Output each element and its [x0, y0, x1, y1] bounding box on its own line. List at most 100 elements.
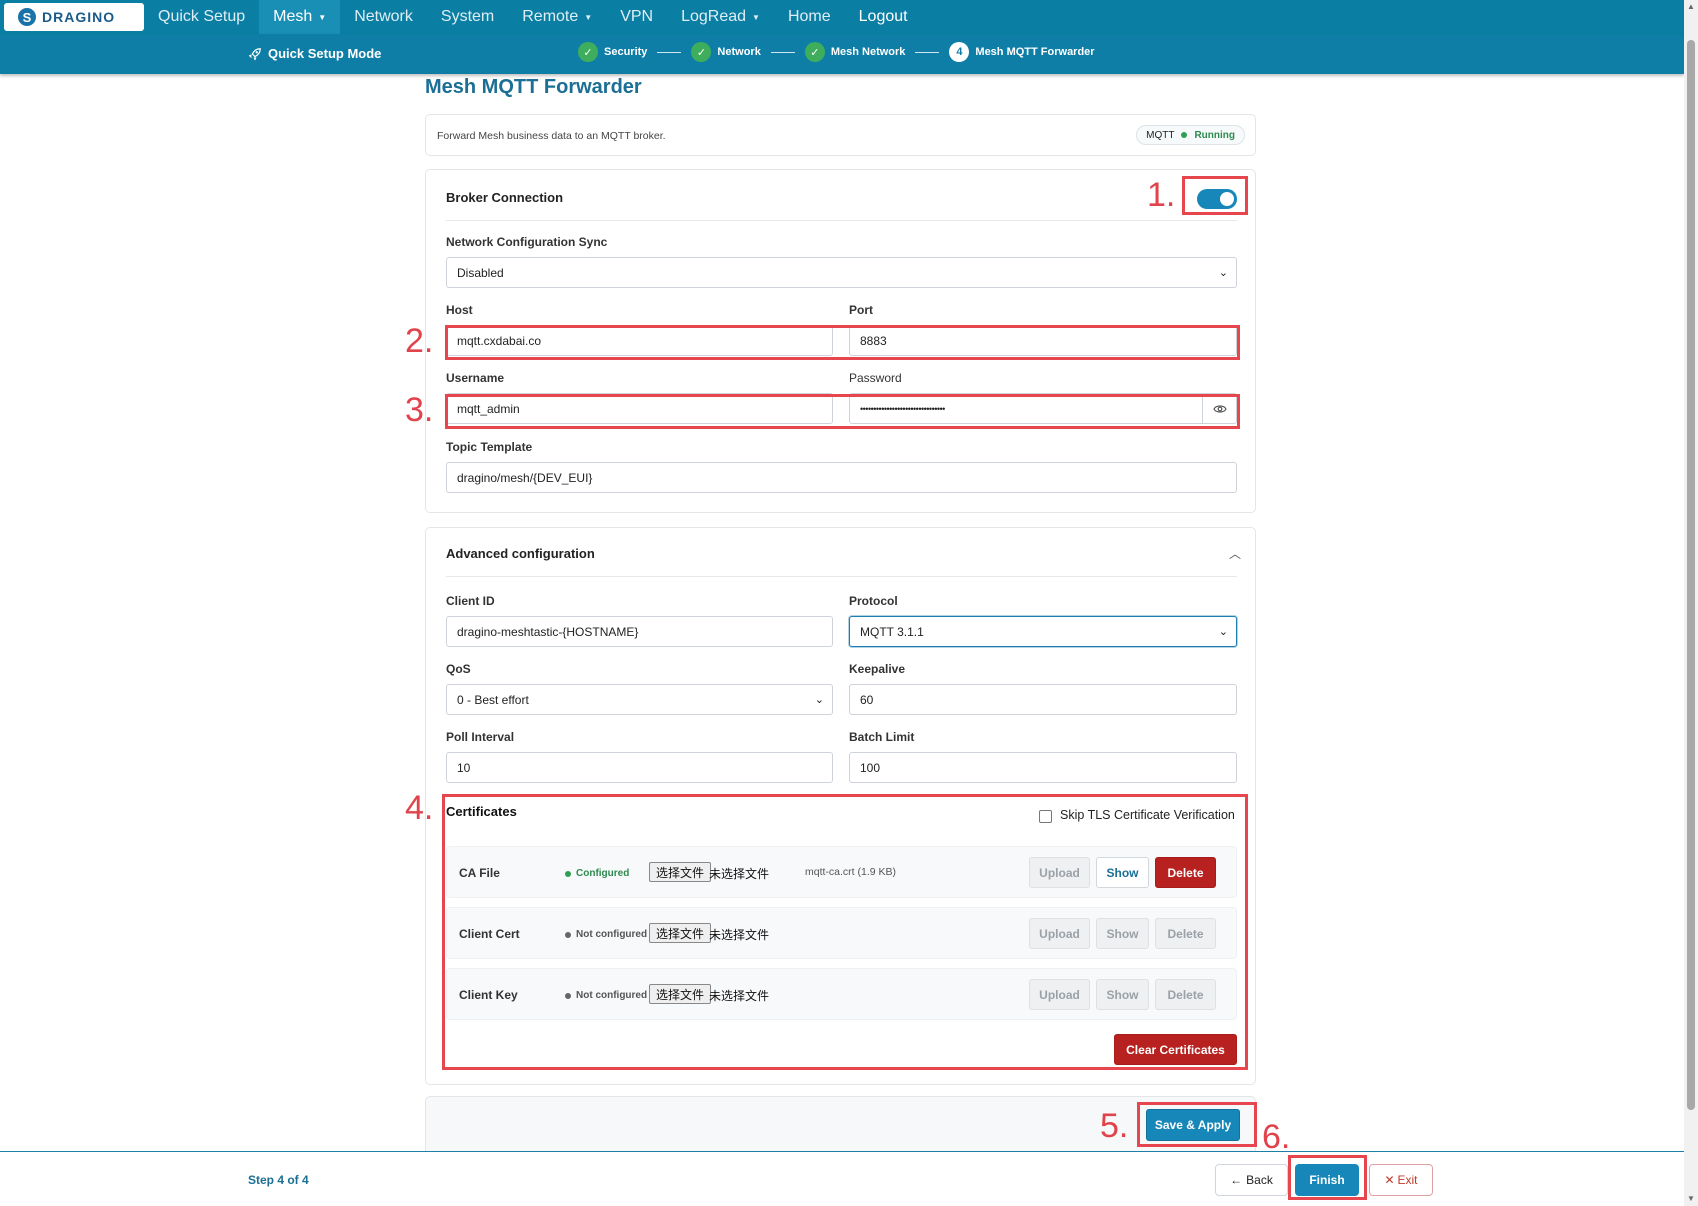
annotation-box-3 — [445, 394, 1240, 429]
step-done-icon: ✓ — [691, 42, 712, 62]
annotation-label-1: 1. — [1147, 176, 1176, 214]
step-label: Network — [717, 46, 761, 58]
back-button[interactable]: ← Back — [1215, 1164, 1288, 1196]
scroll-thumb[interactable] — [1687, 40, 1695, 1110]
rocket-icon — [248, 47, 261, 61]
client-id-label: Client ID — [446, 594, 495, 608]
step-connector — [915, 51, 940, 53]
dragino-logo[interactable]: S DRAGINO — [4, 3, 144, 31]
annotation-box-2 — [445, 325, 1240, 360]
nav-label: Network — [354, 8, 413, 25]
section-divider — [446, 576, 1237, 577]
nav-label: Home — [787, 8, 831, 25]
nav-item-system[interactable]: System — [427, 0, 508, 34]
back-label: Back — [1246, 1173, 1273, 1187]
step-label: Security — [604, 46, 648, 58]
step-security: ✓ Security — [578, 42, 647, 62]
batch-limit-value: 100 — [860, 760, 881, 775]
nav-item-home[interactable]: Home — [774, 0, 845, 34]
wizard-bottom-bar: Step 4 of 4 ← Back Finish ✕ Exit — [0, 1151, 1684, 1206]
nav-item-vpn[interactable]: VPN — [606, 0, 667, 34]
scroll-up-icon[interactable]: ▲ — [1687, 2, 1695, 11]
nav-item-logread[interactable]: LogRead ▼ — [667, 0, 774, 34]
step-connector — [770, 51, 795, 53]
page-title: Mesh MQTT Forwarder — [425, 76, 642, 98]
status-badge: MQTT Running — [1136, 125, 1245, 145]
password-label: Password — [849, 371, 902, 385]
sync-value: Disabled — [457, 265, 504, 280]
sync-select[interactable]: Disabled ⌄ — [446, 257, 1237, 288]
nav-label: Logout — [858, 8, 908, 25]
section-divider — [446, 220, 1237, 221]
annotation-label-5: 5. — [1100, 1107, 1129, 1145]
protocol-label: Protocol — [849, 594, 898, 608]
save-apply-card: Save & Apply — [425, 1096, 1256, 1156]
step-number: 4 — [949, 42, 970, 62]
client-id-input[interactable]: dragino-meshtastic-{HOSTNAME} — [446, 616, 833, 647]
chevron-down-icon: ⌄ — [1218, 626, 1228, 638]
annotation-box-5 — [1137, 1102, 1257, 1147]
step-mesh-mqtt-forwarder: 4 Mesh MQTT Forwarder — [949, 42, 1095, 62]
nav-label: LogRead — [681, 8, 747, 25]
nav-item-logout[interactable]: Logout — [845, 0, 922, 34]
keepalive-label: Keepalive — [849, 662, 906, 676]
chevron-up-icon[interactable]: ︿ — [1229, 545, 1241, 562]
chevron-down-icon: ⌄ — [1218, 267, 1228, 279]
caret-down-icon: ▼ — [318, 12, 327, 22]
poll-interval-value: 10 — [457, 760, 471, 775]
annotation-label-4: 4. — [405, 789, 434, 827]
nav-label: Mesh — [273, 8, 313, 25]
wizard-stepbar: Quick Setup Mode ✓ Security ✓ Network ✓ … — [0, 34, 1684, 74]
arrow-left-icon: ← — [1230, 1173, 1243, 1187]
nav-item-network[interactable]: Network — [340, 0, 427, 34]
page-description: Forward Mesh business data to an MQTT br… — [437, 130, 666, 142]
poll-interval-input[interactable]: 10 — [446, 752, 833, 783]
nav-label: VPN — [620, 8, 654, 25]
scroll-down-icon[interactable]: ▼ — [1687, 1194, 1695, 1203]
step-done-icon: ✓ — [804, 42, 825, 62]
status-value: Running — [1194, 129, 1235, 141]
description-card: Forward Mesh business data to an MQTT br… — [425, 114, 1256, 156]
annotation-label-2: 2. — [405, 322, 434, 360]
quick-setup-mode: Quick Setup Mode — [248, 46, 381, 61]
annotation-box-6 — [1288, 1155, 1367, 1200]
step-label: Mesh Network — [830, 46, 906, 58]
step-done-icon: ✓ — [578, 42, 598, 62]
step-network: ✓ Network — [691, 42, 761, 62]
nav-label: System — [440, 8, 495, 25]
nav-item-remote[interactable]: Remote ▼ — [508, 0, 606, 34]
poll-interval-label: Poll Interval — [446, 730, 515, 744]
username-label: Username — [446, 371, 505, 385]
caret-down-icon: ▼ — [752, 12, 760, 22]
status-dot-icon — [1181, 132, 1188, 138]
wizard-steps: ✓ Security ✓ Network ✓ Mesh Network 4 Me… — [578, 42, 1095, 62]
top-navbar: S DRAGINO Quick Setup Mesh ▼ Network Syst… — [0, 0, 1684, 34]
batch-limit-input[interactable]: 100 — [849, 752, 1237, 783]
topic-input[interactable]: dragino/mesh/{DEV_EUI} — [446, 462, 1237, 493]
quick-setup-mode-label: Quick Setup Mode — [268, 46, 382, 61]
qos-select[interactable]: 0 - Best effort ⌄ — [446, 684, 833, 715]
nav-item-mesh[interactable]: Mesh ▼ — [259, 0, 341, 34]
exit-label: Exit — [1397, 1173, 1418, 1187]
step-count: Step 4 of 4 — [248, 1173, 309, 1187]
step-connector — [657, 51, 682, 53]
step-label: Mesh MQTT Forwarder — [975, 46, 1095, 58]
chevron-down-icon: ⌄ — [814, 694, 824, 706]
annotation-box-1 — [1182, 176, 1248, 215]
keepalive-input[interactable]: 60 — [849, 684, 1237, 715]
status-service: MQTT — [1146, 129, 1175, 141]
advanced-config-title: Advanced configuration — [446, 546, 595, 561]
exit-button[interactable]: ✕ Exit — [1369, 1164, 1433, 1196]
broker-connection-title: Broker Connection — [446, 190, 564, 205]
port-label: Port — [849, 303, 873, 317]
caret-down-icon: ▼ — [584, 12, 593, 22]
protocol-select[interactable]: MQTT 3.1.1 ⌄ — [849, 616, 1237, 647]
nav-item-quick-setup[interactable]: Quick Setup — [144, 0, 259, 34]
nav-label: Remote — [522, 8, 579, 25]
dragino-logo-icon: S — [18, 8, 36, 26]
host-label: Host — [446, 303, 473, 317]
page-scrollbar[interactable]: ▲ ▼ — [1684, 0, 1698, 1206]
logo-text: DRAGINO — [42, 9, 116, 25]
sync-label: Network Configuration Sync — [446, 235, 608, 249]
annotation-label-6: 6. — [1262, 1118, 1291, 1156]
